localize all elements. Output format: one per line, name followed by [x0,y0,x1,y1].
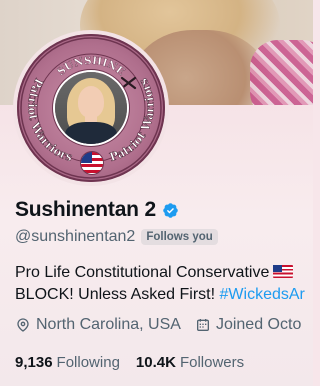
profile-bio: Pro Life Constitutional Conservative BLO… [15,262,320,306]
display-name: Sushinentan 2 [15,198,156,221]
avatar-image: SUNSHINE Patriot Warriors Patriot Warrio… [17,34,165,182]
followers-link[interactable]: 10.4K Followers [136,354,244,371]
follows-you-badge: Follows you [141,229,218,245]
banner-swimsuit [250,40,313,105]
location-pin-icon [17,318,29,332]
us-flag-emoji-icon [273,265,294,278]
following-count: 9,136 [15,354,53,371]
following-label: Following [56,354,120,371]
hashtag-link[interactable]: #WickedsAr [220,286,305,303]
following-link[interactable]: 9,136 Following [15,354,120,371]
crossed-pistols-icon [120,76,137,90]
verified-badge-icon[interactable] [162,202,179,219]
bio-line-1: Pro Life Constitutional Conservative [15,262,320,284]
display-name-row: Sushinentan 2 [15,198,179,222]
location-text: North Carolina, USA [36,316,181,333]
avatar-photo [55,72,127,144]
handle-row: @sunshinentan2 Follows you [15,228,218,246]
followers-label: Followers [179,354,245,371]
username-handle: @sunshinentan2 [15,228,136,245]
bio-line-2: BLOCK! Unless Asked First! #WickedsAr [15,286,305,303]
joined-item: Joined Octo [195,316,301,334]
follow-stats: 9,136 Following 10.4K Followers [15,354,244,371]
calendar-icon [196,319,209,331]
us-flag-icon [81,152,103,174]
location-item: North Carolina, USA [15,316,181,334]
joined-text: Joined Octo [215,316,302,333]
avatar[interactable]: SUNSHINE Patriot Warriors Patriot Warrio… [13,30,169,186]
profile-meta: North Carolina, USA Joined Octo [15,316,315,334]
followers-count: 10.4K [135,354,176,371]
